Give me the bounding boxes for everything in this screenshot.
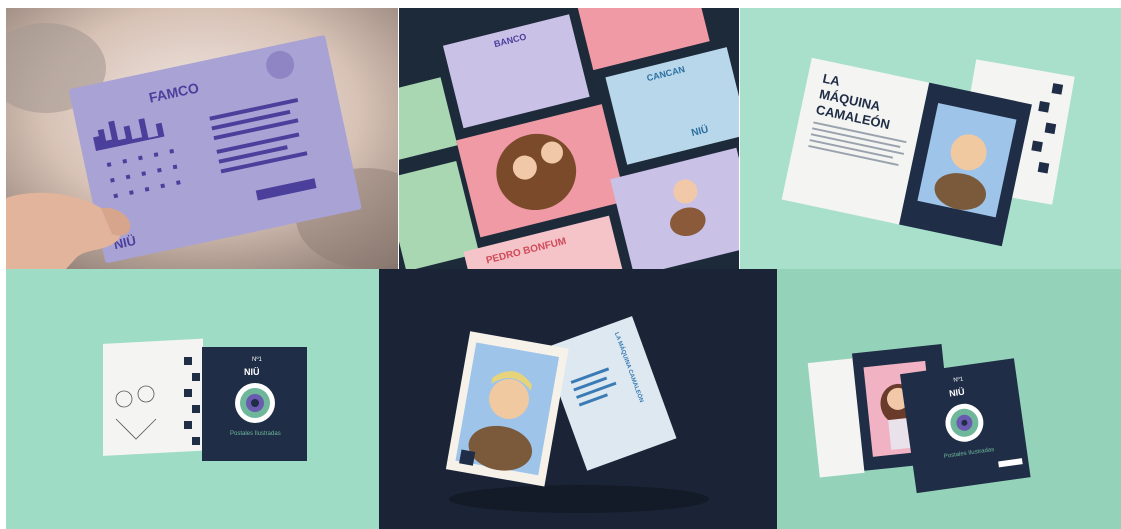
photo-postcard-grid: BANCO CANCAN NIÜ PEDRO BONFUM [399, 8, 739, 269]
photo-postcard-in-hand: FAMCO NIÜ [6, 8, 398, 269]
pair-brand: NIÜ [949, 387, 966, 399]
magazine-brand: NIÜ [244, 367, 260, 377]
photo-magazine-cover: Nº1 NIÜ Postales Ilustradas [6, 269, 379, 529]
magazine-issue: Nº1 [252, 356, 263, 363]
pair-issue: Nº1 [953, 375, 964, 383]
photo-floating-cards: LA MÁQUINA CAMALEÓN [379, 269, 777, 529]
photo-magazine-pair: Nº1 NIÜ Postales Ilustradas [777, 269, 1121, 529]
photo-open-magazine: LA MÁQUINA CAMALEÓN [740, 8, 1121, 269]
magazine-subtitle: Postales Ilustradas [230, 431, 281, 437]
